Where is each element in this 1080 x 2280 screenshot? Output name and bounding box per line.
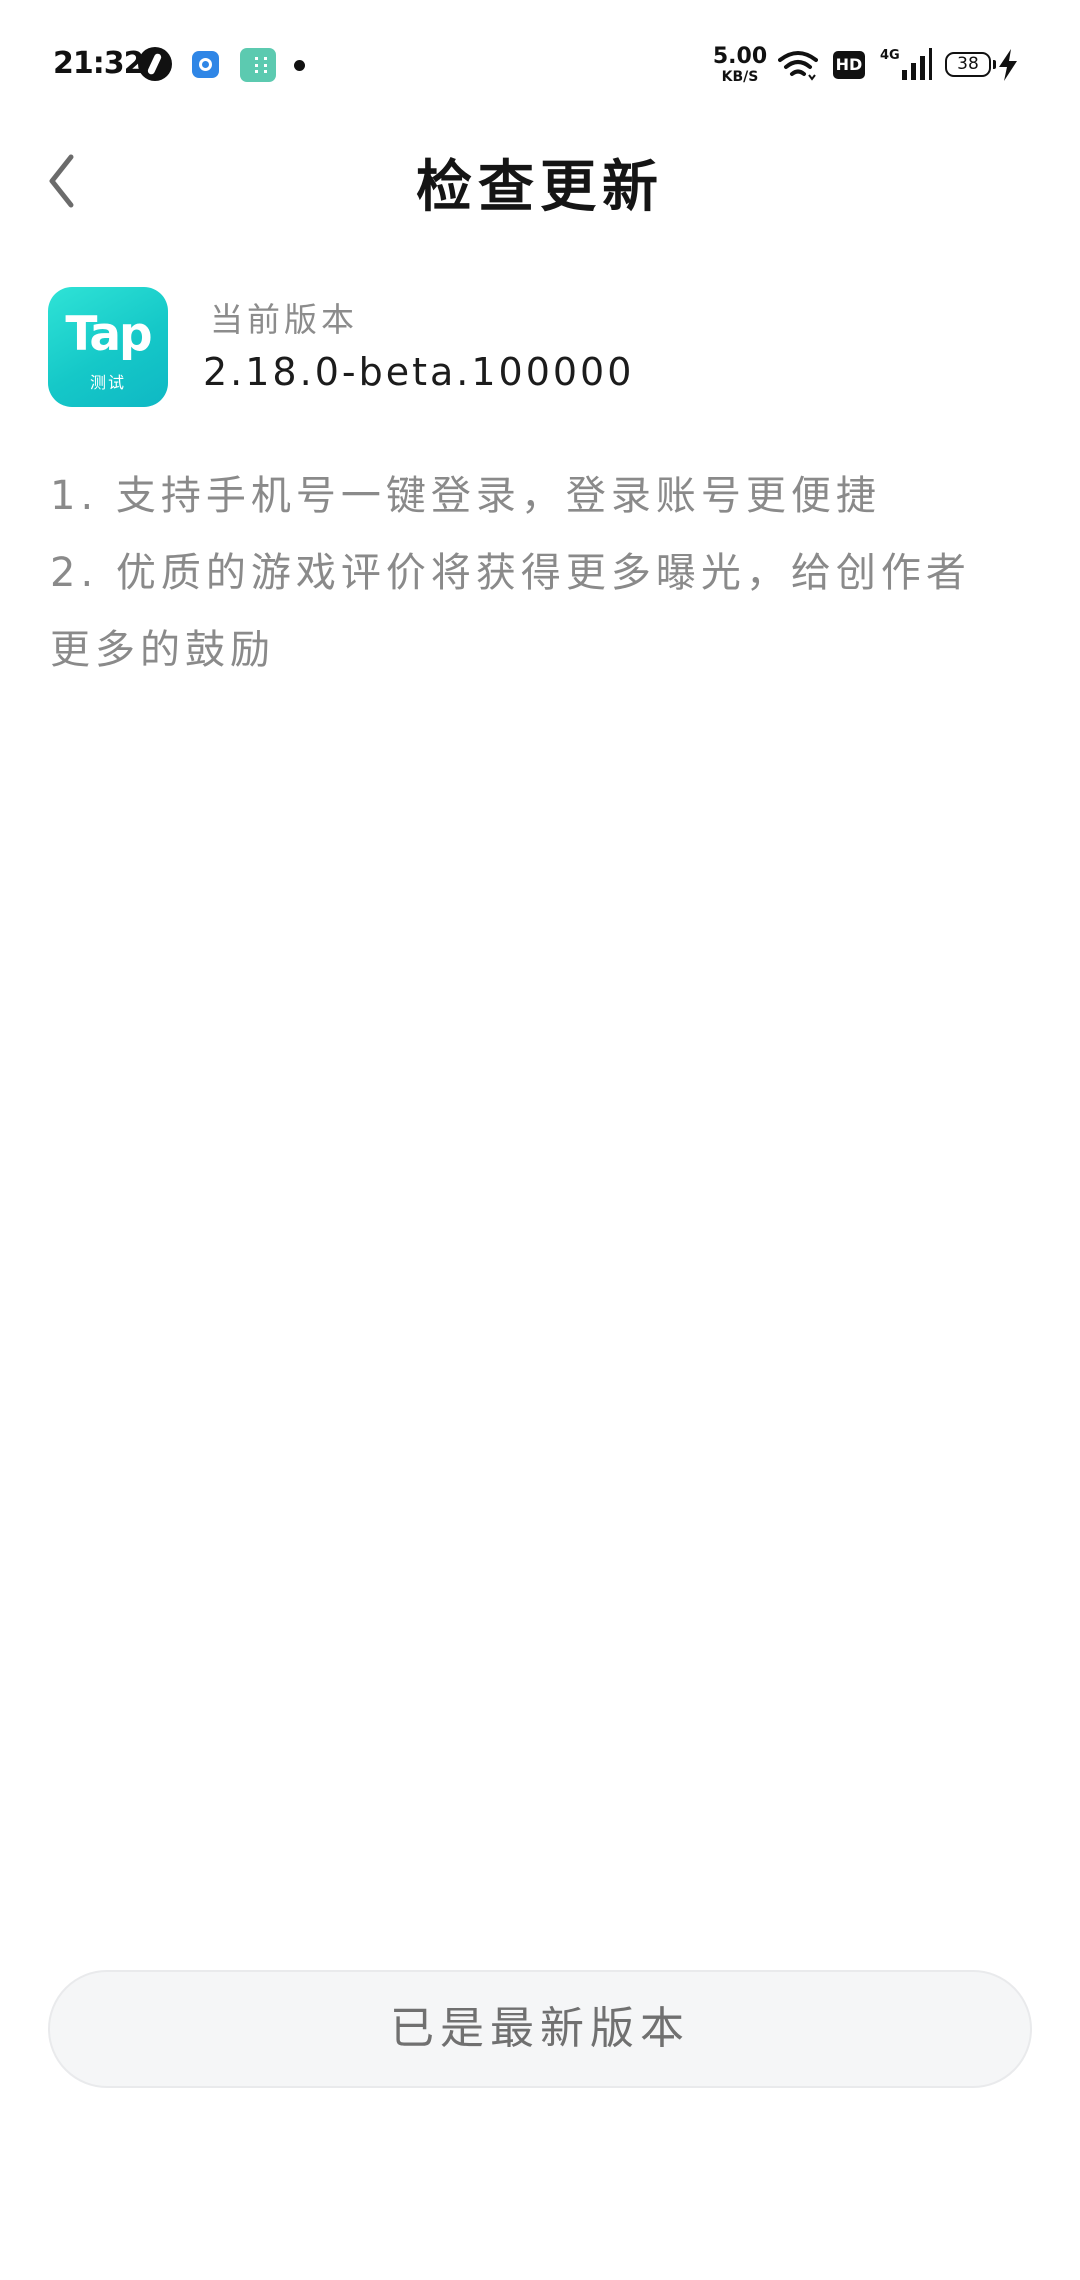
network-speed-unit: KB/S [721,69,759,85]
app-icon-subtitle: 测试 [89,373,126,392]
release-note-item: 1. 支持手机号一键登录，登录账号更便捷 [50,473,881,519]
current-version-number: 2.18.0-beta.100000 [203,350,635,394]
network-type-label: 4G [880,48,900,63]
cellular-signal-icon: 4G [880,48,932,80]
app-icon: Tap 测试 [48,287,168,407]
release-note-item: 2. 优质的游戏评价将获得更多曝光，给创作者更多的鼓励 [50,550,971,673]
charging-bolt-icon [999,49,1017,81]
hd-icon: HD [833,51,865,79]
app-icon-wordmark: Tap [65,307,152,362]
status-time: 21:32 [53,46,144,81]
status-bar: 21:32 5.00 KB/S HD 4G 38 [0,0,1080,130]
network-speed: 5.00 KB/S [712,44,768,85]
app-notification-icon [138,47,172,81]
current-version-label: 当前版本 [210,300,358,339]
page-title: 检查更新 [416,155,664,220]
browser-notification-icon [192,51,219,78]
wifi-icon [778,51,818,81]
app-store-notification-icon [240,48,276,82]
up-to-date-button[interactable]: 已是最新版本 [48,1970,1032,2088]
more-notifications-dot [294,60,305,71]
network-speed-value: 5.00 [712,44,768,69]
release-notes: 1. 支持手机号一键登录，登录账号更便捷 2. 优质的游戏评价将获得更多曝光，给… [50,458,1010,689]
battery-icon: 38 [945,52,996,77]
